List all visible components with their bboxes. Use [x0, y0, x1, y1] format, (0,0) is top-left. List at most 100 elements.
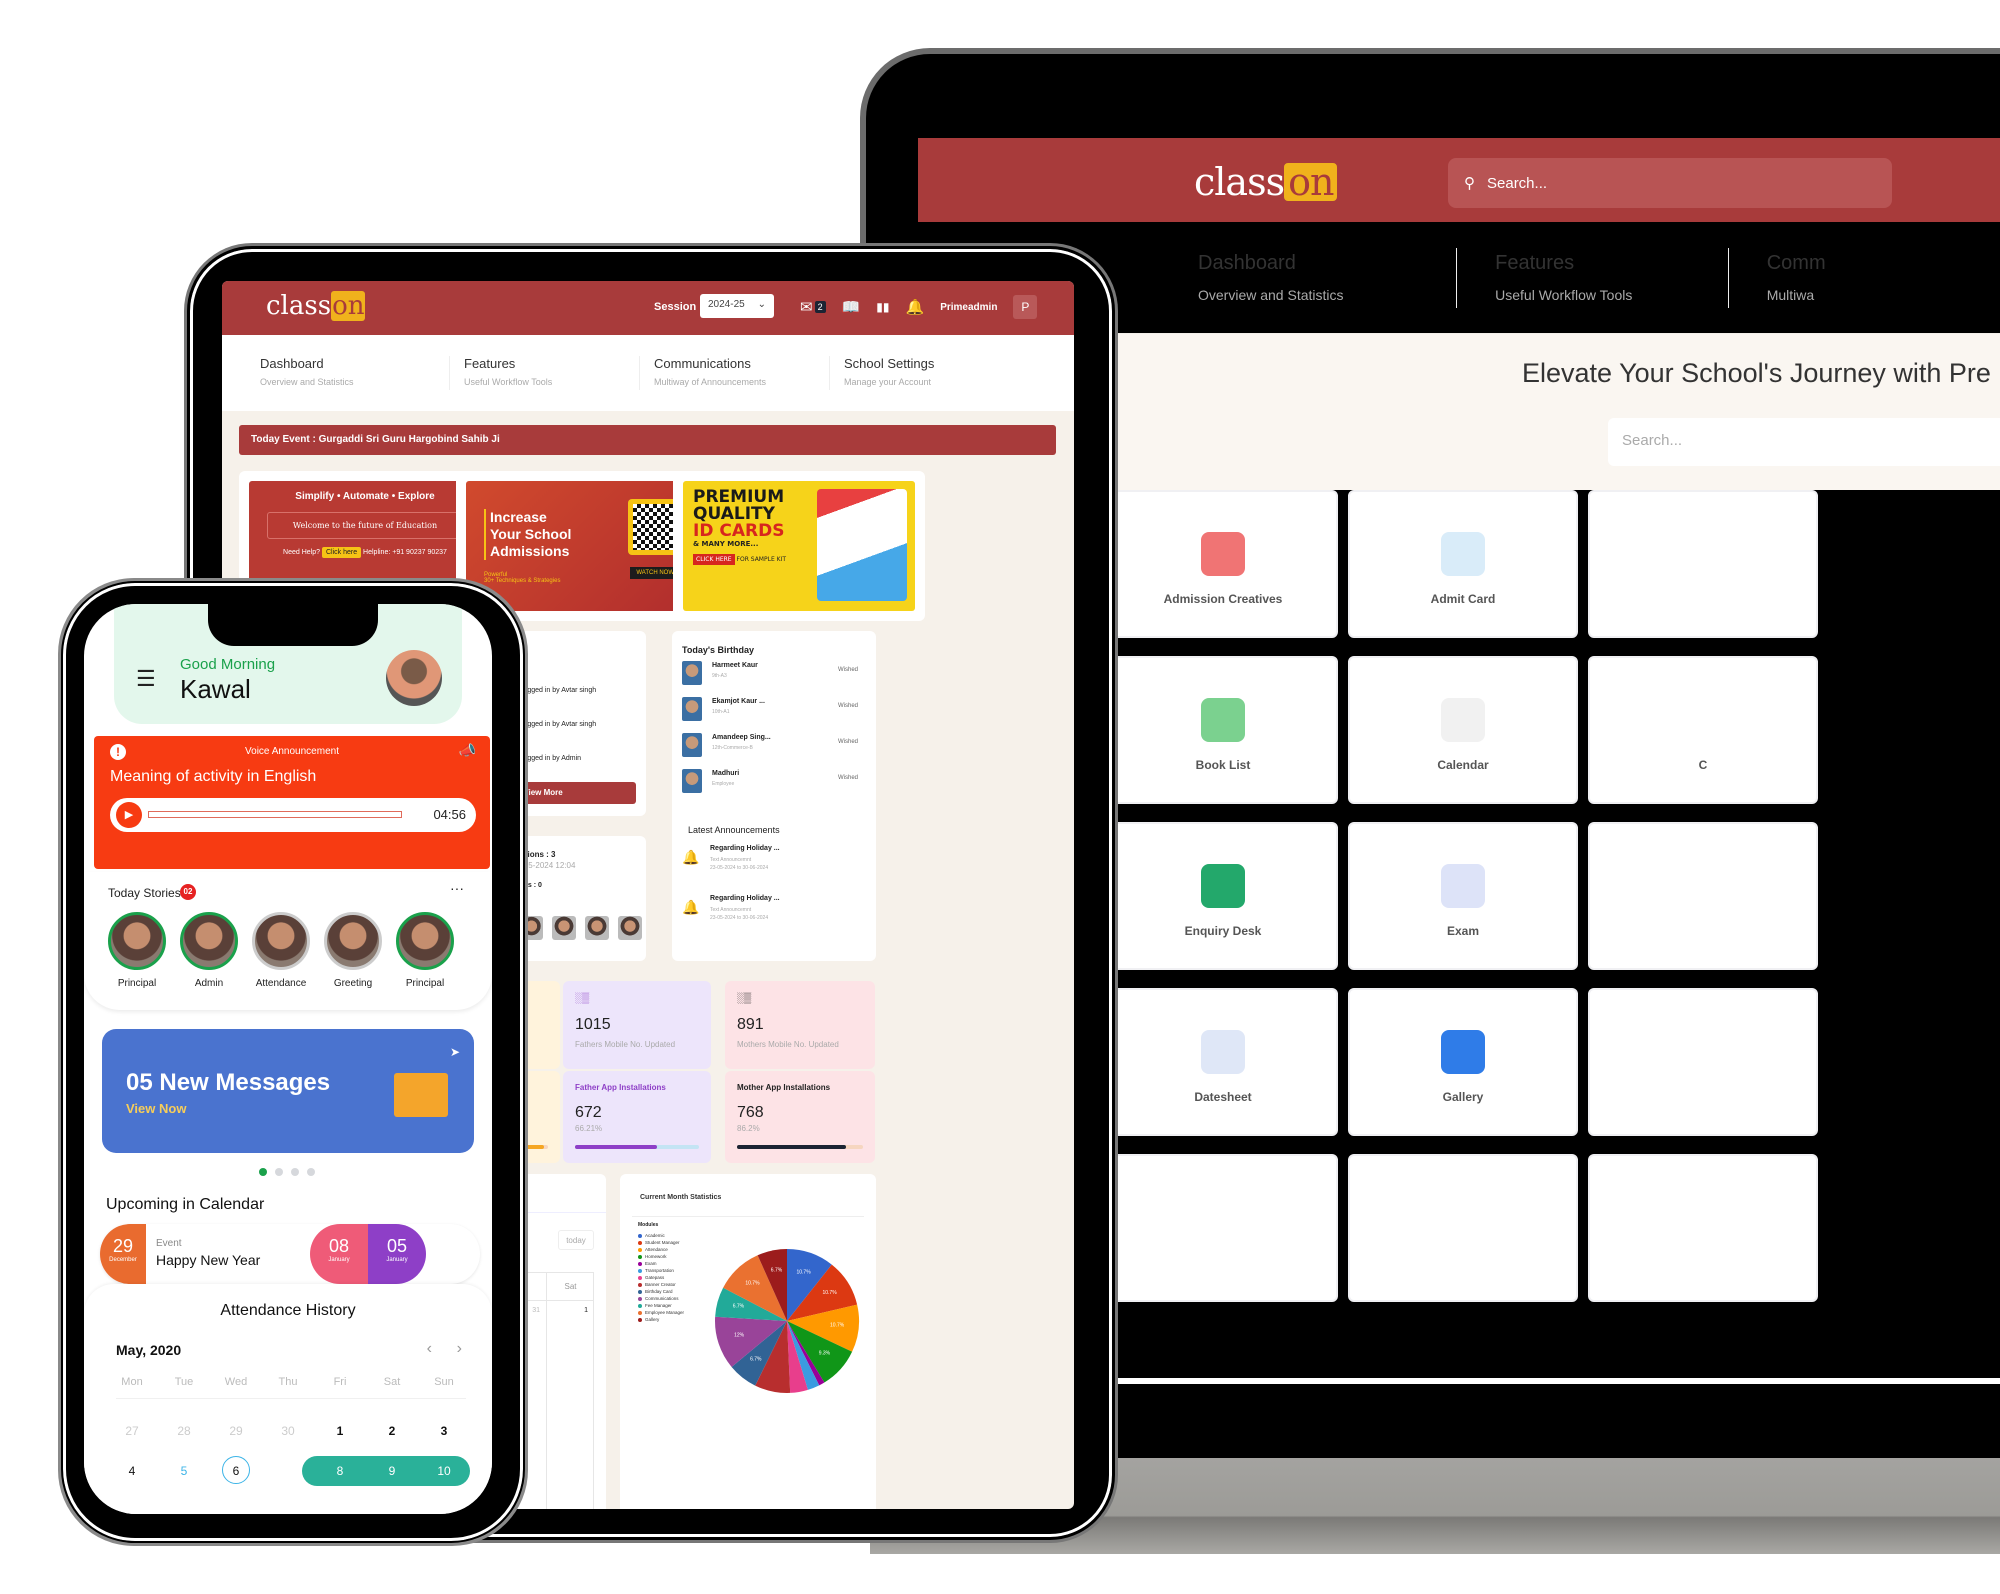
legend-item[interactable]: Gatepass: [638, 1274, 684, 1281]
bell-icon[interactable]: 🔔: [906, 298, 925, 316]
calendar-day[interactable]: 30: [266, 1424, 310, 1438]
nav-communications[interactable]: Communications Multiway of Announcements: [640, 356, 830, 390]
carousel-dot[interactable]: [259, 1168, 267, 1176]
calendar-day[interactable]: 29: [214, 1424, 258, 1438]
feature-card[interactable]: Calendar: [1348, 656, 1578, 804]
calendar-day[interactable]: 3: [422, 1424, 466, 1438]
nav-communications[interactable]: Comm Multiwa: [1729, 248, 2000, 308]
feature-card[interactable]: [1348, 1154, 1578, 1302]
feature-card[interactable]: Gallery: [1348, 988, 1578, 1136]
legend-item[interactable]: Student Manager: [638, 1239, 684, 1246]
admission-thumbnail[interactable]: [585, 916, 610, 940]
voice-announcement-card[interactable]: ! Voice Announcement 📣 Meaning of activi…: [94, 736, 490, 869]
story-item[interactable]: Admin: [178, 912, 240, 989]
legend-item[interactable]: Banner Creator: [638, 1281, 684, 1288]
legend-item[interactable]: Exam: [638, 1260, 684, 1267]
chevron-left-icon[interactable]: ‹: [427, 1340, 432, 1358]
upcoming-event-card[interactable]: 29 December Event Happy New Year 08 Janu…: [100, 1224, 480, 1284]
features-search-input[interactable]: Search...: [1608, 418, 2000, 466]
legend-item[interactable]: Homework: [638, 1253, 684, 1260]
feature-card[interactable]: Datesheet: [1108, 988, 1338, 1136]
legend-item[interactable]: Academic: [638, 1232, 684, 1239]
hamburger-menu-icon[interactable]: ☰: [136, 666, 156, 692]
calendar-day[interactable]: 2: [370, 1424, 414, 1438]
nav-dashboard[interactable]: Dashboard Overview and Statistics: [260, 356, 450, 390]
announcement-item[interactable]: 🔔 Regarding Holiday ... Text Announcemnt 23…: [682, 845, 866, 885]
carousel-dot[interactable]: [291, 1168, 299, 1176]
feature-card[interactable]: [1588, 822, 1818, 970]
legend-item[interactable]: Attendance: [638, 1246, 684, 1253]
feature-card[interactable]: Admission Creatives: [1108, 490, 1338, 638]
calendar-day[interactable]: 9: [370, 1464, 414, 1478]
legend-item[interactable]: Transportation: [638, 1267, 684, 1274]
legend-swatch: [638, 1261, 642, 1266]
feature-card[interactable]: Exam: [1348, 822, 1578, 970]
nav-features[interactable]: Features Useful Workflow Tools: [1457, 247, 1729, 308]
legend-item[interactable]: Birthday Card: [638, 1288, 684, 1295]
promo-banner-card[interactable]: PREMIUM QUALITY ID CARDS & MANY MORE... …: [673, 471, 925, 621]
date-chip[interactable]: 08 January: [310, 1224, 368, 1284]
chevron-right-icon[interactable]: ›: [457, 1340, 462, 1358]
wished-status: Wished: [837, 775, 858, 781]
global-search-input[interactable]: ⚲ Search...: [1448, 158, 1892, 208]
feature-card[interactable]: [1588, 1154, 1818, 1302]
view-now-link[interactable]: View Now: [126, 1101, 186, 1116]
app-installations-card: Mother App Installations 768 86.2%: [725, 1071, 875, 1163]
calendar-day[interactable]: 10: [422, 1464, 466, 1478]
audio-progress-bar[interactable]: [148, 811, 402, 818]
feature-card[interactable]: [1588, 988, 1818, 1136]
legend-swatch: [638, 1254, 642, 1259]
profile-avatar[interactable]: [386, 650, 442, 706]
user-avatar[interactable]: P: [1013, 295, 1038, 319]
click-here-button[interactable]: Click here: [321, 547, 362, 558]
today-button[interactable]: today: [558, 1230, 594, 1250]
legend-item[interactable]: Communications: [638, 1295, 684, 1302]
calendar-day[interactable]: 6: [214, 1464, 258, 1478]
calendar-day[interactable]: 4: [110, 1464, 154, 1478]
new-messages-card[interactable]: 05 New Messages View Now ➤: [102, 1029, 474, 1153]
carousel-dot[interactable]: [275, 1168, 283, 1176]
story-item[interactable]: Principal: [394, 912, 456, 989]
dictionary-icon[interactable]: 📖: [842, 298, 861, 316]
feature-card[interactable]: Enquiry Desk: [1108, 822, 1338, 970]
calendar-day[interactable]: 27: [110, 1424, 154, 1438]
legend-title: Modules: [638, 1222, 659, 1228]
play-icon[interactable]: ▶: [116, 802, 142, 828]
calendar-day[interactable]: 1: [318, 1424, 362, 1438]
legend-item[interactable]: Fee Manager: [638, 1302, 684, 1309]
legend-item[interactable]: Employee Manager: [638, 1309, 684, 1316]
nav-features[interactable]: Features Useful Workflow Tools: [450, 356, 640, 390]
nav-dashboard[interactable]: Dashboard Overview and Statistics: [1198, 247, 1458, 308]
more-options-icon[interactable]: ···: [450, 880, 464, 896]
legend-swatch: [638, 1247, 642, 1252]
announcement-item[interactable]: 🔔 Regarding Holiday ... Text Announcemnt 23…: [682, 895, 866, 935]
session-select[interactable]: 2024-25 ⌄: [700, 294, 774, 318]
calendar-day[interactable]: 7: [266, 1464, 310, 1478]
mail-icon[interactable]: ✉: [800, 298, 813, 316]
feature-card[interactable]: Book List: [1108, 656, 1338, 804]
nav-school-settings[interactable]: School Settings Manage your Account: [830, 356, 1020, 390]
calendar-day[interactable]: 5: [162, 1464, 206, 1478]
feature-card[interactable]: [1588, 490, 1818, 638]
calendar-day[interactable]: 28: [162, 1424, 206, 1438]
carousel-dot[interactable]: [307, 1168, 315, 1176]
legend-item[interactable]: Gallery: [638, 1316, 684, 1323]
story-item[interactable]: Principal: [106, 912, 168, 989]
feature-card[interactable]: [1108, 1154, 1338, 1302]
classon-logo[interactable]: classon: [1194, 160, 1338, 204]
bar-chart-icon[interactable]: ▮▮: [876, 300, 889, 314]
admission-thumbnail[interactable]: [552, 916, 577, 940]
feature-card[interactable]: Admit Card: [1348, 490, 1578, 638]
admission-thumbnail[interactable]: [618, 916, 642, 940]
feature-card[interactable]: C: [1588, 656, 1818, 804]
calendar-day[interactable]: 8: [318, 1464, 362, 1478]
weekday-label: Sat: [383, 1376, 401, 1388]
story-item[interactable]: Attendance: [250, 912, 312, 989]
click-here-button[interactable]: CLICK HERE: [693, 554, 735, 565]
user-name[interactable]: Primeadmin: [940, 302, 997, 313]
classon-logo[interactable]: classon: [266, 291, 366, 321]
calendar-date[interactable]: 1: [547, 1301, 594, 1320]
date-chip[interactable]: 05 January: [368, 1224, 426, 1284]
story-item[interactable]: Greeting: [322, 912, 384, 989]
story-avatar: [324, 912, 382, 970]
